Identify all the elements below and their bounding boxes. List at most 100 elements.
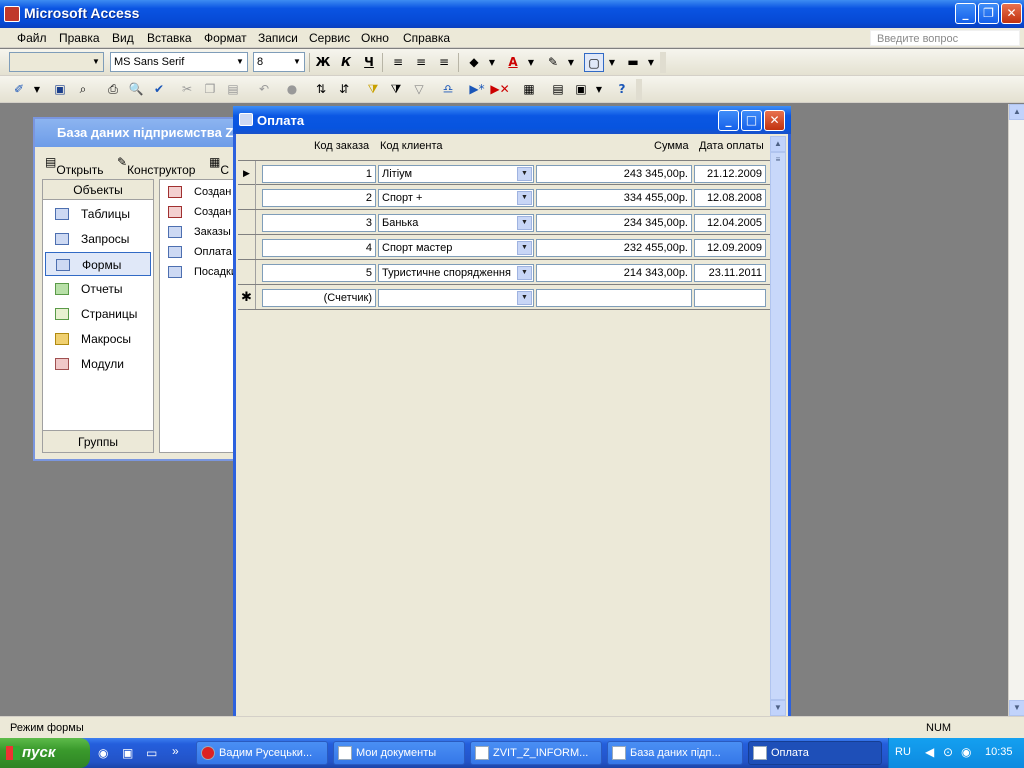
view-icon[interactable]: ✐ <box>9 80 29 99</box>
object-reports[interactable]: Отчеты <box>45 277 151 301</box>
more-icon[interactable]: » <box>172 744 179 758</box>
new-record-row[interactable]: ✱ (Счетчик) ▼ <box>238 285 770 310</box>
record-selector[interactable] <box>238 260 256 284</box>
record-selector[interactable] <box>238 185 256 209</box>
client-combo[interactable]: Літіум ▼ <box>378 165 534 183</box>
date-field[interactable]: 21.12.2009 <box>694 165 766 183</box>
object-combo[interactable]: ▼ <box>9 52 104 72</box>
apply-filter-icon[interactable]: ▽ <box>409 80 429 99</box>
task-opera[interactable]: Вадим Русецьки... <box>196 741 328 765</box>
groups-header[interactable]: Группы <box>43 430 153 452</box>
menu-file[interactable]: Файл <box>17 31 47 45</box>
objects-header[interactable]: Объекты <box>43 180 153 200</box>
menu-view[interactable]: Вид <box>112 31 134 45</box>
object-queries[interactable]: Запросы <box>45 227 151 251</box>
new-record-icon[interactable]: ✱ <box>238 285 256 309</box>
record-selector[interactable] <box>238 235 256 259</box>
order-code-field[interactable]: 2 <box>262 189 376 207</box>
chevron-down-icon[interactable]: ▼ <box>27 80 47 99</box>
workspace-scrollbar[interactable]: ▲ ▼ <box>1008 104 1024 716</box>
sum-field[interactable]: 334 455,00р. <box>536 189 692 207</box>
sum-field[interactable]: 243 345,00р. <box>536 165 692 183</box>
font-size-combo[interactable]: 8 ▼ <box>253 52 305 72</box>
form-scrollbar[interactable]: ▲ ≡ ▼ <box>770 136 786 716</box>
file-search-icon[interactable]: ⌕ <box>73 80 93 99</box>
tray-app-icon[interactable]: ◉ <box>961 745 971 759</box>
toolbar-options-icon[interactable] <box>636 79 642 100</box>
date-field[interactable]: 23.11.2011 <box>694 264 766 282</box>
align-right-icon[interactable]: ≡ <box>434 53 454 72</box>
table-row[interactable]: ▶ 1 Літіум ▼ 243 345,00р. 21.12.2009 <box>238 160 770 185</box>
filter-by-selection-icon[interactable]: ⧩ <box>363 80 383 99</box>
start-button[interactable]: пуск <box>0 738 90 768</box>
menu-records[interactable]: Записи <box>258 31 298 45</box>
italic-button[interactable]: К <box>336 53 356 72</box>
form-minimize-button[interactable]: _ <box>718 110 739 131</box>
order-code-field[interactable]: 1 <box>262 165 376 183</box>
tray-app-icon[interactable]: ⊙ <box>943 745 953 759</box>
insert-hyperlink-icon[interactable]: ● <box>282 80 302 99</box>
quick-launch-icon[interactable]: ◉ <box>98 746 108 760</box>
access-app-icon[interactable] <box>4 6 20 22</box>
menu-window[interactable]: Окно <box>361 31 389 45</box>
menu-help[interactable]: Справка <box>403 31 450 45</box>
chevron-down-icon[interactable]: ▼ <box>602 53 622 72</box>
new-record-icon[interactable]: ▶* <box>467 80 487 99</box>
order-code-field[interactable]: 3 <box>262 214 376 232</box>
menu-insert[interactable]: Вставка <box>147 31 192 45</box>
print-icon[interactable]: ⎙ <box>103 80 123 99</box>
chevron-down-icon[interactable]: ▼ <box>589 80 609 99</box>
task-word[interactable]: ZVIT_Z_INFORM... <box>470 741 602 765</box>
create-button[interactable]: ▦ С <box>209 155 229 177</box>
filter-by-form-icon[interactable]: ⧩ <box>386 80 406 99</box>
find-icon[interactable]: ♎ <box>438 80 458 99</box>
help-icon[interactable]: ? <box>612 80 632 99</box>
date-field[interactable]: 12.04.2005 <box>694 214 766 232</box>
sum-field[interactable]: 214 343,00р. <box>536 264 692 282</box>
chevron-down-icon[interactable]: ▼ <box>521 53 541 72</box>
list-item[interactable]: Оплата <box>168 246 232 258</box>
order-code-field[interactable]: (Счетчик) <box>262 289 376 307</box>
client-combo[interactable]: ▼ <box>378 289 534 307</box>
task-my-documents[interactable]: Мои документы <box>333 741 465 765</box>
date-field[interactable] <box>694 289 766 307</box>
task-payment-form[interactable]: Оплата <box>748 741 882 765</box>
copy-icon[interactable]: ❐ <box>200 80 220 99</box>
menu-tools[interactable]: Сервис <box>309 31 350 45</box>
chevron-down-icon[interactable]: ▼ <box>561 53 581 72</box>
fill-color-icon[interactable]: ◆ <box>464 53 484 72</box>
chevron-down-icon[interactable]: ▼ <box>517 216 532 230</box>
underline-button[interactable]: Ч <box>359 53 379 72</box>
table-row[interactable]: 2 Спорт + ▼ 334 455,00р. 12.08.2008 <box>238 185 770 210</box>
client-combo[interactable]: Банька ▼ <box>378 214 534 232</box>
chevron-down-icon[interactable]: ▼ <box>517 291 532 305</box>
spelling-icon[interactable]: ✔ <box>149 80 169 99</box>
sum-field[interactable] <box>536 289 692 307</box>
toolbar-options-icon[interactable] <box>660 52 666 73</box>
client-combo[interactable]: Туристичне спорядження ▼ <box>378 264 534 282</box>
chevron-down-icon[interactable]: ▼ <box>641 53 661 72</box>
paste-icon[interactable]: ▤ <box>223 80 243 99</box>
properties-icon[interactable]: ▦ <box>519 80 539 99</box>
line-color-icon[interactable]: ✎ <box>543 53 563 72</box>
object-forms[interactable]: Формы <box>45 252 151 276</box>
list-item[interactable]: Посадки <box>168 266 237 278</box>
chevron-down-icon[interactable]: ▼ <box>517 191 532 205</box>
record-selector[interactable] <box>238 210 256 234</box>
list-item[interactable]: Создан <box>168 206 231 218</box>
table-row[interactable]: 5 Туристичне спорядження ▼ 214 343,00р. 2… <box>238 260 770 285</box>
table-row[interactable]: 4 Спорт мастер ▼ 232 455,00р. 12.09.2009 <box>238 235 770 260</box>
date-field[interactable]: 12.08.2008 <box>694 189 766 207</box>
chevron-down-icon[interactable]: ▼ <box>517 266 532 280</box>
chevron-down-icon[interactable]: ▼ <box>482 53 502 72</box>
task-database[interactable]: База даних підп... <box>607 741 743 765</box>
list-item[interactable]: Создан <box>168 186 231 198</box>
table-row[interactable]: 3 Банька ▼ 234 345,00р. 12.04.2005 <box>238 210 770 235</box>
quick-launch-icon[interactable]: ▭ <box>146 746 157 760</box>
bold-button[interactable]: Ж <box>313 53 333 72</box>
print-preview-icon[interactable]: 🔍 <box>126 80 146 99</box>
tray-back-icon[interactable]: ◀ <box>925 745 934 759</box>
align-left-icon[interactable]: ≡ <box>388 53 408 72</box>
language-indicator[interactable]: RU <box>895 746 911 758</box>
order-code-field[interactable]: 4 <box>262 239 376 257</box>
